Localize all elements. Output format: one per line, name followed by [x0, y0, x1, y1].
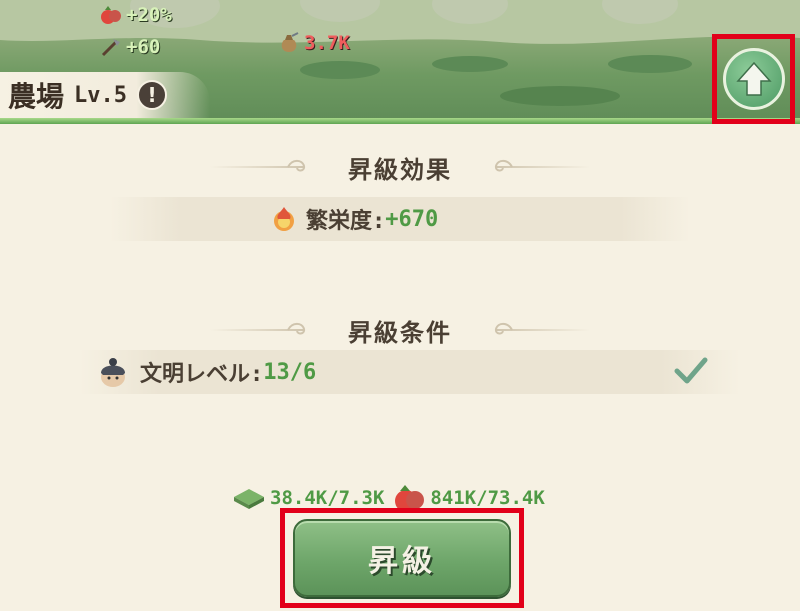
bonus-tool-value: +60	[126, 36, 161, 58]
prosperity-value: +670	[385, 206, 439, 232]
swirl-ornament-icon	[287, 159, 306, 172]
grass-block-icon	[232, 485, 266, 511]
prosperity-flame-icon	[270, 205, 298, 233]
upgrade-button-highlight: 昇級	[280, 508, 524, 608]
up-arrow-icon	[722, 48, 785, 110]
divider-line	[495, 329, 590, 331]
upgrade-arrow-button[interactable]	[712, 34, 795, 124]
civilization-helmet-icon	[96, 355, 130, 389]
money-bag-icon	[278, 32, 300, 54]
civilization-row: 文明レベル: 13/6	[80, 350, 740, 394]
prosperity-row: 繁栄度: +670	[110, 197, 690, 241]
banner-divider	[0, 118, 800, 124]
material-cost: 38.4K/7.3K	[270, 487, 385, 509]
farm-title-bar: 農場 Lv.5 !	[0, 72, 210, 118]
swirl-ornament-icon	[287, 322, 306, 335]
checkmark-icon	[674, 356, 708, 386]
tomato-meat-icon	[100, 4, 122, 26]
conditions-title: 昇級条件	[348, 317, 452, 347]
effects-title: 昇級効果	[348, 154, 452, 184]
bonus-food-stat: +20%	[100, 4, 172, 26]
info-button[interactable]: !	[137, 80, 167, 110]
effects-header: 昇級効果	[0, 147, 800, 187]
hoe-icon	[100, 36, 122, 58]
income-value: 3.7K	[304, 32, 350, 54]
farm-name: 農場	[8, 80, 65, 113]
income-stat: 3.7K	[278, 32, 350, 54]
conditions-header: 昇級条件	[0, 310, 800, 350]
bonus-tool-stat: +60	[100, 36, 160, 58]
food-cost: 841K/73.4K	[430, 487, 545, 509]
civilization-label: 文明レベル:	[140, 362, 264, 387]
bonus-food-value: +20%	[126, 4, 172, 26]
farm-level: Lv.5	[74, 82, 127, 108]
upgrade-button[interactable]: 昇級	[293, 519, 511, 597]
civilization-value: 13/6	[263, 359, 317, 385]
divider-line	[495, 166, 590, 168]
prosperity-label: 繁栄度:	[306, 209, 386, 234]
